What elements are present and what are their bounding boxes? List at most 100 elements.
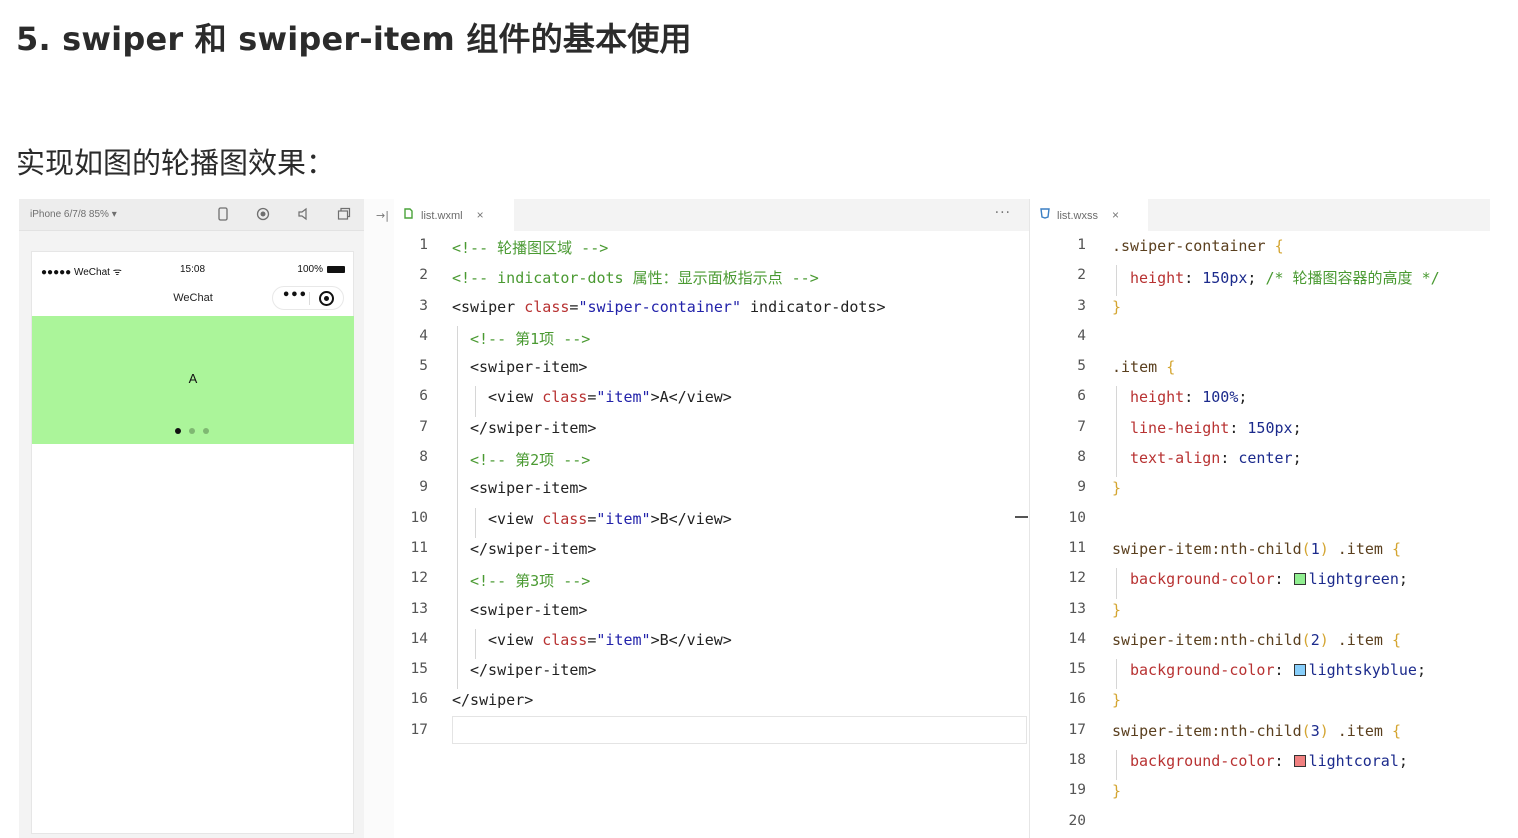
code-token: ( xyxy=(1301,721,1311,740)
indent-guide xyxy=(1116,750,1117,781)
code-line[interactable]: 9} xyxy=(1030,477,1490,507)
code-token: /* 轮播图容器的高度 */ xyxy=(1265,269,1440,288)
code-line[interactable]: 2 <!-- indicator-dots 属性：显示面板指示点 --> xyxy=(394,265,1029,295)
code-token: >B</view> xyxy=(650,630,732,649)
code-token: ) xyxy=(1319,630,1329,649)
phone-icon[interactable] xyxy=(215,207,231,223)
code-line[interactable]: 15 </swiper-item> xyxy=(394,659,1029,690)
code-line[interactable]: 5 .item { xyxy=(1030,356,1490,386)
code-line[interactable]: 4 xyxy=(1030,326,1490,356)
code-token: ) xyxy=(1319,539,1329,558)
code-token: "item" xyxy=(596,630,651,649)
code-text: <!-- 轮播图区域 --> xyxy=(452,237,608,258)
code-line[interactable]: 15 background-color: lightskyblue; xyxy=(1030,659,1490,690)
code-line[interactable]: 2 height: 150px; /* 轮播图容器的高度 */ xyxy=(1030,265,1490,296)
code-token: 150px xyxy=(1202,269,1248,288)
line-number: 7 xyxy=(1077,418,1086,435)
code-token: "swiper-container" xyxy=(578,297,741,316)
line-number: 15 xyxy=(410,661,428,678)
code-token: lightgreen xyxy=(1308,570,1399,589)
wxss-code-area[interactable]: 1 .swiper-container {2 height: 150px; /* 轮… xyxy=(1030,235,1490,838)
code-token: : xyxy=(1274,752,1293,771)
code-token: { xyxy=(1391,539,1401,558)
code-line[interactable]: 6 height: 100%; xyxy=(1030,386,1490,417)
color-swatch[interactable] xyxy=(1293,755,1306,768)
code-line[interactable]: 3 <swiper class="swiper-container" indica… xyxy=(394,296,1029,326)
code-line[interactable]: 6 <view class="item">A</view> xyxy=(394,386,1029,417)
close-target-icon[interactable] xyxy=(319,291,334,306)
code-line[interactable]: 1 .swiper-container { xyxy=(1030,235,1490,265)
code-line[interactable]: 14 <view class="item">B</view> xyxy=(394,628,1029,660)
code-line[interactable]: 8 text-align: center; xyxy=(1030,447,1490,478)
code-token: } xyxy=(1112,782,1122,801)
code-line[interactable]: 12 background-color: lightgreen; xyxy=(1030,568,1490,599)
code-line[interactable]: 18 background-color: lightcoral; xyxy=(1030,750,1490,781)
line-number: 16 xyxy=(1068,691,1086,708)
color-swatch[interactable] xyxy=(1293,664,1306,677)
tab-list-wxml[interactable]: list.wxml × xyxy=(394,199,514,231)
code-text: <!-- 第2项 --> xyxy=(470,449,590,470)
line-number: 1 xyxy=(1077,237,1086,253)
wxml-tabbar: list.wxml × ··· xyxy=(394,199,1029,231)
speaker-icon[interactable] xyxy=(295,207,311,223)
close-icon[interactable]: × xyxy=(477,208,484,222)
code-line[interactable]: 10 <view class="item">B</view> xyxy=(394,507,1029,538)
code-line[interactable]: 19} xyxy=(1030,780,1490,810)
code-token: <!-- 第2项 --> xyxy=(470,451,591,470)
swiper-container[interactable]: A xyxy=(32,316,354,444)
window-icon[interactable] xyxy=(336,207,352,223)
code-line[interactable]: 3} xyxy=(1030,296,1490,326)
indent-guide xyxy=(475,386,476,417)
page-title: 5. swiper 和 swiper-item 组件的基本使用 xyxy=(16,20,692,58)
code-line[interactable]: 20 xyxy=(1030,811,1490,838)
more-icon[interactable]: ••• xyxy=(282,288,307,303)
close-icon[interactable]: × xyxy=(1112,208,1119,222)
line-number: 2 xyxy=(1077,267,1086,284)
code-line[interactable]: 11 swiper-item:nth-child(1) .item { xyxy=(1030,538,1490,568)
code-token: 150px xyxy=(1247,418,1293,437)
code-text: </swiper-item> xyxy=(470,419,596,437)
code-text: <swiper-item> xyxy=(470,358,587,376)
code-token: swiper-item:nth-child xyxy=(1112,630,1302,649)
simulator-panel: iPhone 6/7/8 85% ▾ ●●●●● WeChat ᯤ 15:08 … xyxy=(19,199,364,838)
code-line[interactable]: 4 <!-- 第1项 --> xyxy=(394,325,1029,357)
code-line[interactable]: 14 swiper-item:nth-child(2) .item { xyxy=(1030,629,1490,659)
dock-icon[interactable]: →| xyxy=(376,209,389,222)
code-token: .item xyxy=(1328,630,1392,649)
line-number: 1 xyxy=(419,237,428,253)
indent-guide xyxy=(457,537,458,569)
code-line[interactable]: 11 </swiper-item> xyxy=(394,537,1029,569)
code-line[interactable]: 1 <!-- 轮播图区域 --> xyxy=(394,235,1029,265)
line-number: 9 xyxy=(419,479,428,496)
code-line[interactable]: 5 <swiper-item> xyxy=(394,356,1029,387)
device-selector[interactable]: iPhone 6/7/8 85% ▾ xyxy=(30,209,117,220)
code-line[interactable]: 13} xyxy=(1030,599,1490,629)
code-token: background-color xyxy=(1130,570,1275,589)
code-token: : xyxy=(1229,418,1248,437)
line-number: 7 xyxy=(419,418,428,435)
indent-guide xyxy=(457,447,458,478)
code-line[interactable]: 10 xyxy=(1030,508,1490,538)
code-line[interactable]: 8 <!-- 第2项 --> xyxy=(394,447,1029,478)
indicator-dot-active[interactable] xyxy=(175,428,181,434)
color-swatch[interactable] xyxy=(1293,573,1306,586)
code-line[interactable]: 7 line-height: 150px; xyxy=(1030,416,1490,448)
indicator-dot[interactable] xyxy=(203,428,209,434)
indent-guide xyxy=(1116,568,1117,599)
code-token: ) xyxy=(1319,721,1329,740)
status-time: 15:08 xyxy=(180,264,206,275)
wxml-code-area[interactable]: 1 <!-- 轮播图区域 --> 2 <!-- indicator-dots 属性：显… xyxy=(394,235,1029,750)
wxml-file-icon xyxy=(404,208,415,222)
code-line[interactable]: 7 </swiper-item> xyxy=(394,416,1029,448)
code-line[interactable]: 12 <!-- 第3项 --> xyxy=(394,568,1029,599)
indicator-dot[interactable] xyxy=(189,428,195,434)
code-line[interactable]: 9 <swiper-item> xyxy=(394,477,1029,508)
menu-capsule[interactable]: ••• xyxy=(272,286,344,310)
more-icon[interactable]: ··· xyxy=(995,205,1011,221)
code-line[interactable]: 16} xyxy=(1030,689,1490,719)
code-token: : xyxy=(1274,570,1293,589)
code-line[interactable]: 13 <swiper-item> xyxy=(394,598,1029,629)
tab-list-wxss[interactable]: list.wxss × xyxy=(1030,199,1148,231)
record-icon[interactable] xyxy=(255,207,271,223)
code-line[interactable]: 17 swiper-item:nth-child(3) .item { xyxy=(1030,720,1490,750)
